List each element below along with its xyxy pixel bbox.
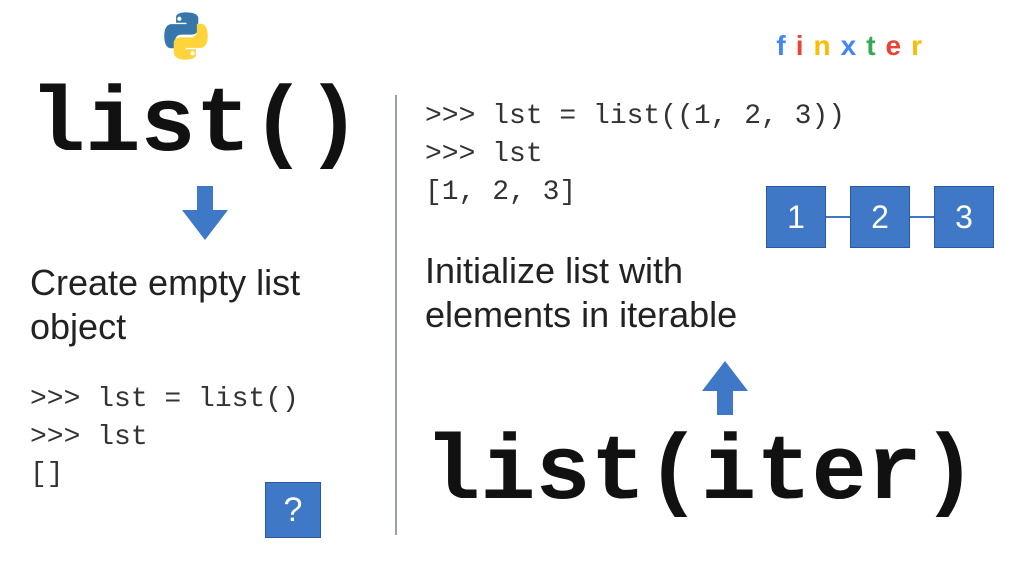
caption-left: Create empty list object bbox=[30, 261, 375, 349]
question-box: ? bbox=[265, 482, 321, 538]
logo-letter: e bbox=[886, 30, 912, 61]
logo-letter: f bbox=[776, 30, 795, 61]
finxter-logo: finxter bbox=[776, 30, 932, 62]
logo-letter: t bbox=[866, 30, 885, 61]
heading-right: list(iter) bbox=[425, 428, 996, 520]
heading-left: list() bbox=[30, 80, 375, 172]
logo-letter: i bbox=[796, 30, 814, 61]
caption-right: Initialize list with elements in iterabl… bbox=[425, 249, 996, 337]
slide: list() Create empty list object >>> lst … bbox=[0, 0, 1024, 576]
node-link bbox=[826, 216, 850, 218]
logo-letter: n bbox=[814, 30, 841, 61]
arrow-up-icon bbox=[700, 361, 996, 420]
code-block-left: >>> lst = list() >>> lst [] bbox=[30, 381, 375, 494]
python-logo-icon bbox=[160, 10, 212, 67]
node-list: 1 2 3 bbox=[766, 186, 994, 248]
logo-letter: x bbox=[841, 30, 867, 61]
logo-letter: r bbox=[911, 30, 932, 61]
left-panel: list() Create empty list object >>> lst … bbox=[0, 0, 395, 576]
node-link bbox=[910, 216, 934, 218]
node-item: 2 bbox=[850, 186, 910, 248]
node-item: 1 bbox=[766, 186, 826, 248]
right-panel: finxter >>> lst = list((1, 2, 3)) >>> ls… bbox=[397, 0, 1024, 576]
arrow-down-icon bbox=[180, 186, 375, 245]
node-item: 3 bbox=[934, 186, 994, 248]
